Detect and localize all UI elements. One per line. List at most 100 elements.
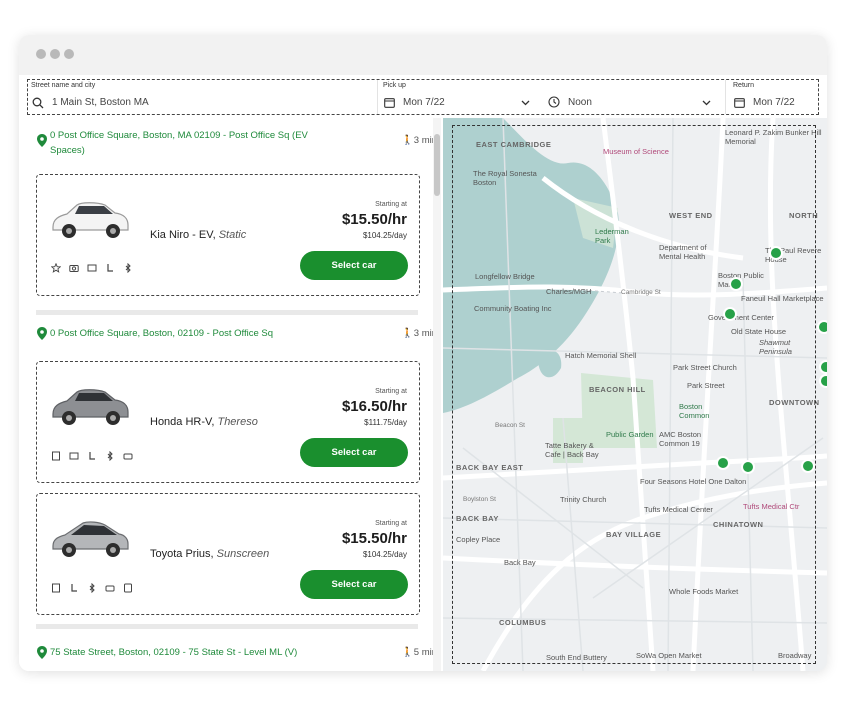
location-address[interactable]: 75 State Street, Boston, 02109 - 75 Stat… [50,645,370,660]
location-address[interactable]: 0 Post Office Square, Boston, 02109 - Po… [50,326,350,341]
select-car-button[interactable]: Select car [300,438,408,467]
chevron-down-icon[interactable] [702,100,711,106]
hourly-price: $15.50/hr [341,530,407,547]
map-label: Tatte Bakery & Cafe | Back Bay [545,441,599,459]
map-label: Park Street Church [673,363,737,372]
car-name: Honda HR-V, Thereso [150,416,258,428]
walk-icon: 🚶 [401,647,414,658]
feature-icons [51,263,133,275]
map-label: BACK BAY EAST [456,463,524,472]
car-pin[interactable] [723,307,737,321]
hourly-price: $16.50/hr [341,398,407,415]
hourly-price: $15.50/hr [341,211,407,228]
street-input[interactable]: 1 Main St, Boston MA [52,97,149,108]
map-label: Government Center [708,313,774,322]
walk-time: 🚶5 min [401,647,437,658]
map-label: Trinity Church [560,495,607,504]
car-icon [123,453,133,460]
section-separator [36,310,418,315]
car-pin[interactable] [716,456,730,470]
car-card[interactable]: Kia Niro - EV, Static Starting at $15.50… [36,174,420,296]
divider [377,80,378,114]
doc-icon [52,451,60,461]
walk-time: 🚶3 min [401,328,437,339]
car-pin[interactable] [817,320,827,334]
window-dot-3 [64,49,74,59]
map-label: SoWa Open Market [636,651,702,660]
map-background [443,118,827,671]
calendar-icon [384,98,395,108]
bluetooth-icon [125,263,131,273]
map-label: Public Garden [606,430,654,439]
map-label: Back Bay [504,558,536,567]
map-label: Faneuil Hall Marketplace [741,294,824,303]
map-label: Shawmut Peninsula [759,338,792,356]
select-car-button[interactable]: Select car [300,570,408,599]
car-icon [105,585,115,592]
feature-icons [51,451,133,463]
map-label: Lederman Park [595,227,629,245]
map-label: Hatch Memorial Shell [565,351,637,360]
camera-icon [69,265,79,272]
scrollbar-thumb[interactable] [434,134,440,196]
map-label: Tufts Medical Center [644,505,713,514]
map-label: Broadway [778,651,812,660]
starting-at-label: Starting at [375,201,407,208]
map-label: Whole Foods Market [669,587,739,596]
doc-icon [52,583,60,593]
car-pin[interactable] [819,374,827,388]
return-date-select[interactable]: Mon 7/22 [753,97,795,108]
return-label: Return [733,82,755,89]
pickup-date-select[interactable]: Mon 7/22 [403,97,445,108]
section-separator [36,624,418,629]
car-pin[interactable] [819,360,827,374]
title-bar [19,35,827,75]
car-pin[interactable] [769,246,783,260]
street-label: Street name and city [31,82,96,89]
map-label: Park Street [687,381,725,390]
seat-icon [71,584,77,592]
walk-time: 🚶3 min [401,135,437,146]
map-label: DOWNTOWN [769,398,820,407]
feature-icons [51,583,133,595]
map-label: Charles/MGH [546,287,592,296]
map-label: The Royal Sonesta Boston [473,169,537,187]
map-label: South End Buttery [546,653,607,662]
map-label: BAY VILLAGE [606,530,662,539]
map-label: Boston Common [679,402,710,420]
map-label: Community Boating Inc [474,304,552,313]
divider [725,80,726,114]
scrollbar-track[interactable] [433,118,441,671]
window-dot-1 [36,49,46,59]
starting-at-label: Starting at [375,388,407,395]
seats-icon [87,264,97,272]
daily-price: $104.25/day [362,231,407,240]
charge-icon [124,583,132,593]
location-pin-icon [37,646,47,659]
browser-window: Street name and city 1 Main St, Boston M… [19,35,827,671]
car-pin[interactable] [801,459,815,473]
select-car-button[interactable]: Select car [300,251,408,280]
map-label: Copley Place [456,535,501,544]
pickup-time-select[interactable]: Noon [568,97,592,108]
seats-icon [69,452,79,460]
map-label: NORTH [789,211,819,220]
car-card[interactable]: Toyota Prius, Sunscreen Starting at $15.… [36,493,420,615]
map-label: Old State House [731,327,787,336]
car-pin[interactable] [741,460,755,474]
map-label: Cambridge St [621,289,661,296]
chevron-down-icon[interactable] [521,100,530,106]
car-card[interactable]: Honda HR-V, Thereso Starting at $16.50/h… [36,361,420,483]
results-list[interactable]: 0 Post Office Square, Boston, MA 02109 -… [19,118,441,671]
map-label: Leonard P. Zakim Bunker Hill Memorial [725,128,822,146]
car-pin[interactable] [729,277,743,291]
car-image-honda-hrv [52,389,129,425]
location-address[interactable]: 0 Post Office Square, Boston, MA 02109 -… [50,128,320,158]
map-label: Department of Mental Health [659,243,707,261]
map[interactable]: EAST CAMBRIDGE The Royal Sonesta Boston … [443,118,827,671]
map-label: Boylston St [463,496,496,503]
daily-price: $111.75/day [364,418,407,427]
map-label: Beacon St [495,422,525,429]
map-label: Four Seasons Hotel One Dalton [640,477,747,486]
clock-icon [548,96,560,108]
